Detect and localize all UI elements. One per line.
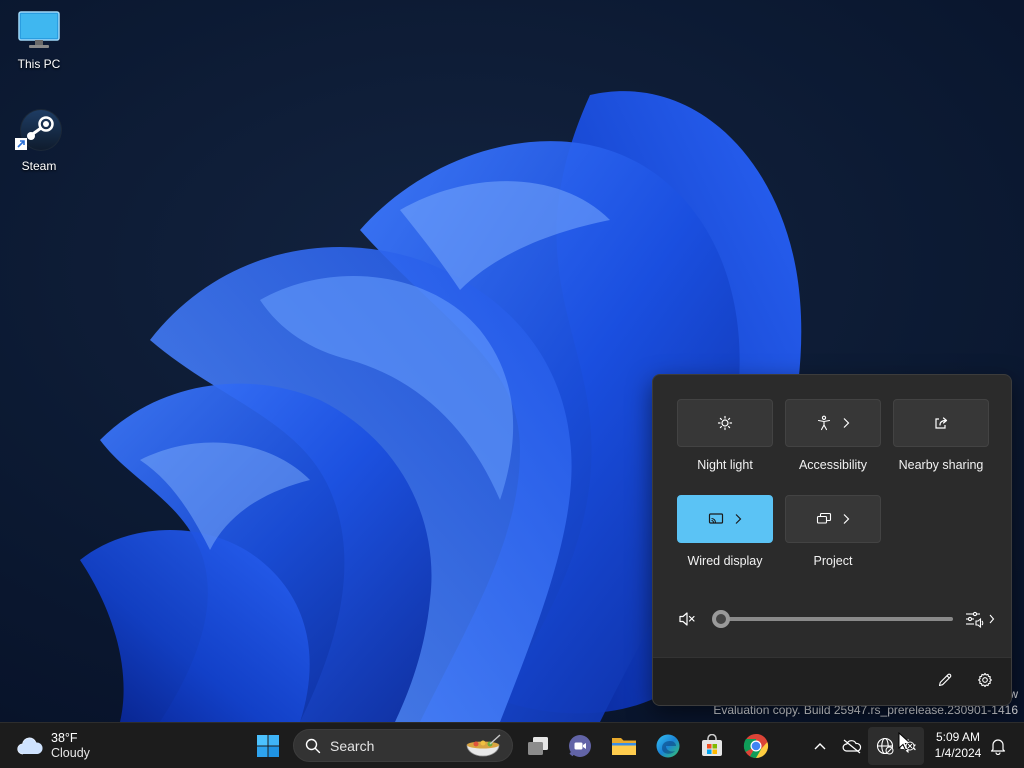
cast-icon — [708, 513, 724, 524]
volume-slider-track[interactable] — [721, 617, 953, 621]
tile-label: Accessibility — [798, 458, 868, 472]
weather-temperature: 38°F — [51, 731, 78, 745]
mouse-cursor-icon — [898, 732, 915, 751]
gear-icon — [978, 672, 992, 688]
tile-nearby-sharing[interactable]: Nearby sharing — [893, 399, 989, 472]
notification-bell-icon — [990, 739, 1006, 755]
task-view-icon — [528, 737, 548, 755]
show-hidden-icons-button[interactable] — [802, 728, 838, 764]
pencil-icon — [938, 673, 952, 687]
search-icon — [305, 738, 321, 754]
volume-slider-thumb[interactable] — [712, 610, 730, 628]
desktop-icon-label: Steam — [21, 159, 57, 173]
tile-label: Project — [813, 554, 853, 568]
search-placeholder: Search — [330, 738, 375, 754]
share-icon — [935, 417, 948, 429]
teams-icon — [569, 735, 591, 757]
store-icon — [702, 734, 722, 756]
tile-accessibility[interactable]: Accessibility — [785, 399, 881, 472]
quick-settings-footer — [653, 657, 1011, 705]
cloudy-icon — [17, 737, 43, 755]
sound-output-icon — [966, 611, 995, 629]
file-explorer-icon — [612, 738, 636, 755]
tile-project[interactable]: Project — [785, 495, 881, 568]
food-bowl-icon — [466, 734, 501, 757]
tile-label: Nearby sharing — [898, 458, 984, 472]
file-explorer-button[interactable] — [606, 728, 642, 764]
onedrive-tray-button[interactable] — [834, 728, 870, 764]
taskbar: 38°F Cloudy Search 5:09 AM 1/4/2024 — [0, 722, 1024, 768]
edit-quick-settings-button[interactable] — [937, 672, 953, 693]
edge-icon — [656, 734, 680, 758]
start-icon — [257, 735, 279, 757]
accessibility-button[interactable] — [785, 399, 881, 447]
desktop-icon-steam[interactable]: Steam — [4, 108, 74, 173]
start-button[interactable] — [250, 728, 286, 764]
tile-label: Night light — [697, 458, 753, 472]
chevron-right-icon — [735, 514, 742, 524]
network-icon — [876, 737, 894, 755]
task-view-button[interactable] — [520, 728, 556, 764]
volume-muted-icon[interactable] — [677, 609, 697, 629]
night-light-button[interactable] — [677, 399, 773, 447]
tile-label: Wired display — [687, 554, 763, 568]
chevron-up-icon — [814, 743, 826, 750]
all-settings-button[interactable] — [977, 672, 993, 693]
chrome-icon — [743, 733, 769, 759]
steam-icon — [15, 109, 62, 151]
tile-night-light[interactable]: Night light — [677, 399, 773, 472]
monitor-icon — [18, 11, 60, 48]
nearby-sharing-button[interactable] — [893, 399, 989, 447]
teams-button[interactable] — [562, 728, 598, 764]
volume-row — [677, 607, 1007, 631]
desktop-icon-this-pc[interactable]: This PC — [4, 10, 74, 71]
tile-wired-display[interactable]: Wired display — [677, 495, 773, 568]
weather-widget[interactable]: 38°F Cloudy — [16, 729, 106, 763]
desktop-icon-label: This PC — [17, 57, 61, 71]
volume-mixer-button[interactable] — [965, 609, 995, 634]
taskbar-search[interactable]: Search — [293, 729, 513, 762]
chevron-right-icon — [843, 514, 850, 524]
edge-button[interactable] — [650, 728, 686, 764]
wired-display-button[interactable] — [677, 495, 773, 543]
brightness-icon — [717, 415, 733, 431]
project-button[interactable] — [785, 495, 881, 543]
project-icon — [816, 512, 832, 524]
weather-condition: Cloudy — [51, 746, 90, 760]
chevron-right-icon — [843, 418, 850, 428]
accessibility-icon — [817, 415, 831, 431]
onedrive-offline-icon — [842, 739, 862, 754]
store-button[interactable] — [694, 728, 730, 764]
notifications-button[interactable] — [980, 728, 1016, 764]
chrome-button[interactable] — [738, 728, 774, 764]
quick-settings-panel: Night light Accessibility Nearby sharing — [652, 374, 1012, 706]
